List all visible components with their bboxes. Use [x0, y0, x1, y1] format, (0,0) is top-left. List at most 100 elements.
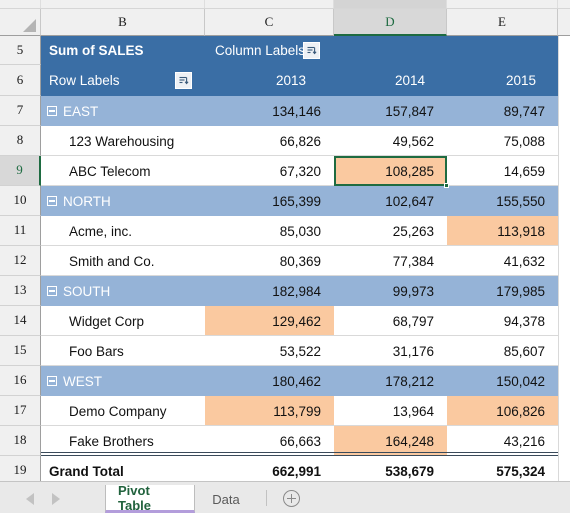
- cell-c17-value[interactable]: 113,799: [205, 396, 334, 426]
- cell-e9-text: 14,659: [503, 163, 545, 179]
- cell-d7-value[interactable]: 157,847: [334, 96, 447, 126]
- sheet-nav-arrows[interactable]: [18, 489, 90, 509]
- column-header-e[interactable]: E: [447, 9, 558, 36]
- cell-d13-value[interactable]: 99,973: [334, 276, 447, 306]
- cell-d14-value[interactable]: 68,797: [334, 306, 447, 336]
- collapse-minus-icon-east[interactable]: [47, 106, 57, 116]
- cell-c11-value[interactable]: 85,030: [205, 216, 334, 246]
- cell-e10-value[interactable]: 155,550: [447, 186, 558, 216]
- cell-b15-label[interactable]: Foo Bars: [41, 336, 205, 366]
- cell-c16-text: 180,462: [272, 373, 321, 389]
- row-header-8[interactable]: 8: [0, 126, 41, 156]
- cell-c10-value[interactable]: 165,399: [205, 186, 334, 216]
- cell-d12-value[interactable]: 77,384: [334, 246, 447, 276]
- cell-b5-sum-of-sales[interactable]: Sum of SALES: [41, 36, 205, 65]
- fill-handle[interactable]: [444, 183, 449, 188]
- row-header-10[interactable]: 10: [0, 186, 41, 216]
- cell-e11-value[interactable]: 113,918: [447, 216, 558, 246]
- column-header-d[interactable]: D: [334, 9, 447, 36]
- cell-c7-value[interactable]: 134,146: [205, 96, 334, 126]
- cell-c6-year-2013[interactable]: 2013: [205, 65, 334, 96]
- column-labels-filter-icon[interactable]: [303, 42, 320, 59]
- cell-d8-value[interactable]: 49,562: [334, 126, 447, 156]
- collapse-minus-icon-north[interactable]: [47, 196, 57, 206]
- cell-d9-value[interactable]: 108,285: [334, 156, 447, 186]
- sheet-tab-data-label: Data: [212, 491, 240, 507]
- row-header-12[interactable]: 12: [0, 246, 41, 276]
- row-header-18[interactable]: 18: [0, 426, 41, 456]
- cell-c14-value[interactable]: 129,462: [205, 306, 334, 336]
- cell-d6-year-2014[interactable]: 2014: [334, 65, 447, 96]
- sheet-tab-pivot-table[interactable]: Pivot Table: [105, 483, 195, 513]
- row-header-5[interactable]: 5: [0, 36, 41, 65]
- cell-b11-label[interactable]: Acme, inc.: [41, 216, 205, 246]
- cell-b10-label[interactable]: NORTH: [41, 186, 205, 216]
- cell-e6-year-2015[interactable]: 2015: [447, 65, 558, 96]
- cell-c5-column-labels[interactable]: Column Labels: [205, 36, 558, 65]
- row-header-13[interactable]: 13: [0, 276, 41, 306]
- cell-c9-value[interactable]: 67,320: [205, 156, 334, 186]
- cell-d11-value[interactable]: 25,263: [334, 216, 447, 246]
- cell-d14-text: 68,797: [392, 313, 434, 329]
- row-header-6[interactable]: 6: [0, 65, 41, 96]
- cell-e16-value[interactable]: 150,042: [447, 366, 558, 396]
- add-sheet-plus-icon[interactable]: [283, 490, 300, 507]
- cell-d8-text: 49,562: [392, 133, 434, 149]
- cell-e9-value[interactable]: 14,659: [447, 156, 558, 186]
- cell-e7-value[interactable]: 89,747: [447, 96, 558, 126]
- cell-b17-label[interactable]: Demo Company: [41, 396, 205, 426]
- row-header-16[interactable]: 16: [0, 366, 41, 396]
- cell-b16-label[interactable]: WEST: [41, 366, 205, 396]
- cell-c14-text: 129,462: [272, 313, 321, 329]
- grid-right-edge: [558, 36, 570, 481]
- cell-b9-label[interactable]: ABC Telecom: [41, 156, 205, 186]
- nav-next-icon[interactable]: [52, 493, 60, 505]
- cell-b12-label[interactable]: Smith and Co.: [41, 246, 205, 276]
- collapse-minus-icon-south[interactable]: [47, 286, 57, 296]
- cell-d15-value[interactable]: 31,176: [334, 336, 447, 366]
- cell-d16-value[interactable]: 178,212: [334, 366, 447, 396]
- cell-e12-value[interactable]: 41,632: [447, 246, 558, 276]
- cell-b8-label[interactable]: 123 Warehousing: [41, 126, 205, 156]
- row-header-9[interactable]: 9: [0, 156, 41, 186]
- row-labels-filter-icon[interactable]: [175, 72, 192, 89]
- column-header-c[interactable]: C: [205, 9, 334, 36]
- cell-e17-text: 106,826: [496, 403, 545, 419]
- cell-b13-label[interactable]: SOUTH: [41, 276, 205, 306]
- cell-c12-value[interactable]: 80,369: [205, 246, 334, 276]
- row-header-11[interactable]: 11: [0, 216, 41, 246]
- cell-d9-text: 108,285: [385, 163, 434, 179]
- cell-d10-value[interactable]: 102,647: [334, 186, 447, 216]
- cell-b12-text: Smith and Co.: [69, 253, 155, 269]
- row-header-17[interactable]: 17: [0, 396, 41, 426]
- cell-c13-text: 182,984: [272, 283, 321, 299]
- column-header-b[interactable]: B: [41, 9, 205, 36]
- cell-c7-text: 134,146: [272, 103, 321, 119]
- row-header-14[interactable]: 14: [0, 306, 41, 336]
- cell-c6-text: 2013: [275, 73, 306, 88]
- cell-c8-value[interactable]: 66,826: [205, 126, 334, 156]
- cell-c13-value[interactable]: 182,984: [205, 276, 334, 306]
- cell-c8-text: 66,826: [279, 133, 321, 149]
- cell-e13-value[interactable]: 179,985: [447, 276, 558, 306]
- cell-e17-value[interactable]: 106,826: [447, 396, 558, 426]
- cell-c15-value[interactable]: 53,522: [205, 336, 334, 366]
- row-header-15[interactable]: 15: [0, 336, 41, 366]
- cell-b14-label[interactable]: Widget Corp: [41, 306, 205, 336]
- nav-previous-icon[interactable]: [26, 493, 34, 505]
- partial-row-above: [0, 0, 570, 9]
- cell-d17-value[interactable]: 13,964: [334, 396, 447, 426]
- cell-d12-text: 77,384: [392, 253, 434, 269]
- cell-d13-text: 99,973: [392, 283, 434, 299]
- collapse-minus-icon-west[interactable]: [47, 376, 57, 386]
- cell-e14-value[interactable]: 94,378: [447, 306, 558, 336]
- cell-e8-value[interactable]: 75,088: [447, 126, 558, 156]
- cell-c16-value[interactable]: 180,462: [205, 366, 334, 396]
- cell-c12-text: 80,369: [279, 253, 321, 269]
- cell-b7-label[interactable]: EAST: [41, 96, 205, 126]
- sheet-tab-data[interactable]: Data: [198, 485, 254, 513]
- select-all-corner[interactable]: [0, 9, 41, 36]
- cell-e15-value[interactable]: 85,607: [447, 336, 558, 366]
- row-header-7[interactable]: 7: [0, 96, 41, 126]
- column-header-row: B C D E: [0, 9, 570, 36]
